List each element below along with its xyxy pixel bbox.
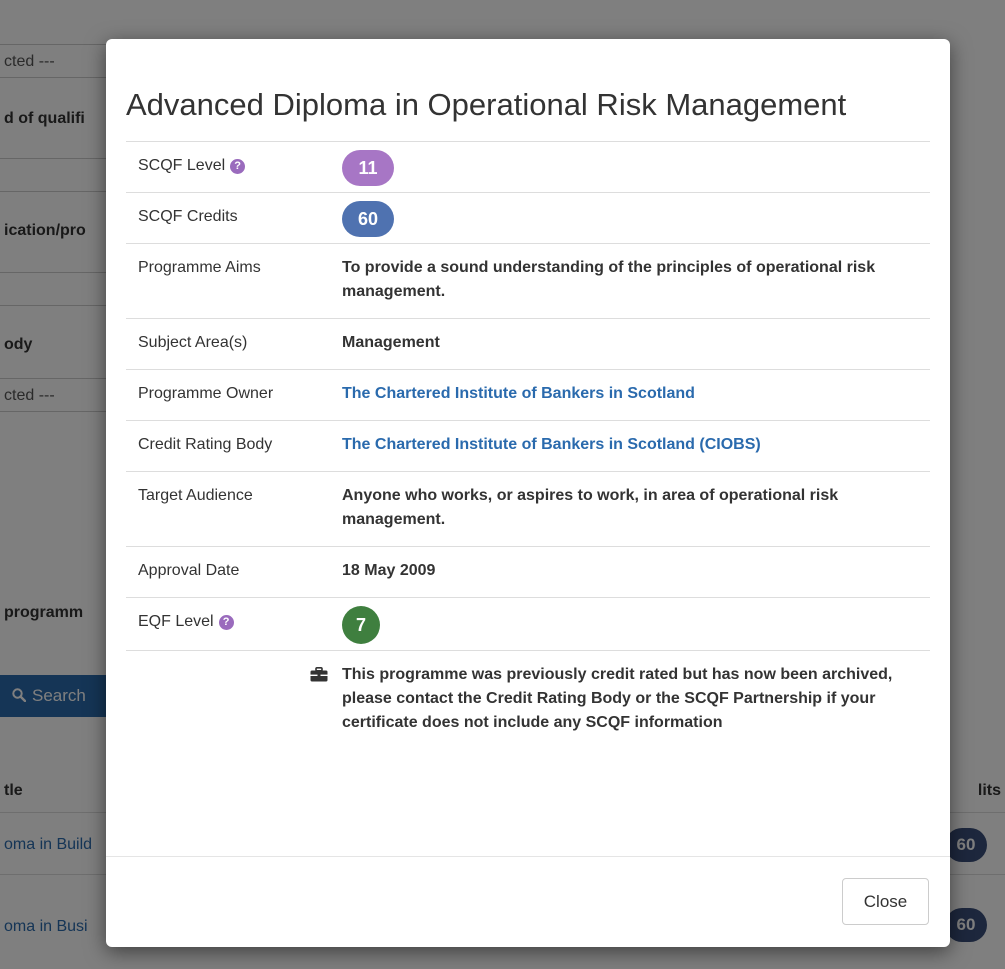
approval-date-value: 18 May 2009 (342, 546, 930, 598)
approval-date-label: Approval Date (126, 546, 342, 598)
programme-details-modal: Advanced Diploma in Operational Risk Man… (106, 39, 950, 947)
question-circle-icon[interactable]: ? (230, 159, 246, 174)
programme-owner-label: Programme Owner (126, 369, 342, 421)
scqf-credits-badge: 60 (342, 201, 394, 237)
modal-title: Advanced Diploma in Operational Risk Man… (126, 87, 847, 122)
target-audience-label: Target Audience (126, 471, 342, 547)
programme-owner-value-cell: The Chartered Institute of Bankers in Sc… (342, 369, 930, 421)
programme-owner-link[interactable]: The Chartered Institute of Bankers in Sc… (342, 385, 695, 402)
credit-rating-body-row: Credit Rating Body The Chartered Institu… (126, 420, 930, 472)
archive-icon-cell (126, 650, 342, 763)
scqf-level-label: SCQF Level (138, 157, 226, 174)
programme-aims-label: Programme Aims (126, 243, 342, 319)
programme-owner-row: Programme Owner The Chartered Institute … (126, 369, 930, 421)
eqf-level-badge: 7 (342, 606, 380, 644)
eqf-level-label: EQF Level (138, 613, 214, 630)
approval-date-row: Approval Date 18 May 2009 (126, 546, 930, 598)
subject-area-row: Subject Area(s) Management (126, 318, 930, 370)
subject-area-label: Subject Area(s) (126, 318, 342, 370)
scqf-level-row: SCQF Level? 11 (126, 141, 930, 193)
scqf-level-badge: 11 (342, 150, 394, 186)
archive-note-text: This programme was previously credit rat… (342, 650, 930, 763)
question-circle-icon[interactable]: ? (218, 615, 234, 630)
credit-rating-body-value-cell: The Chartered Institute of Bankers in Sc… (342, 420, 930, 472)
scqf-credits-value-cell: 60 (342, 192, 930, 244)
programme-details-table: SCQF Level? 11 SCQF Credits 60 Programme… (126, 141, 930, 763)
programme-aims-row: Programme Aims To provide a sound unders… (126, 243, 930, 319)
scqf-level-label-cell: SCQF Level? (126, 141, 342, 193)
eqf-level-label-cell: EQF Level? (126, 597, 342, 651)
briefcase-icon (310, 667, 328, 682)
eqf-level-row: EQF Level? 7 (126, 597, 930, 651)
modal-footer-divider (106, 856, 950, 857)
scqf-credits-label: SCQF Credits (126, 192, 342, 244)
eqf-level-value-cell: 7 (342, 597, 930, 651)
target-audience-row: Target Audience Anyone who works, or asp… (126, 471, 930, 547)
scqf-credits-row: SCQF Credits 60 (126, 192, 930, 244)
subject-area-value: Management (342, 318, 930, 370)
scqf-level-value-cell: 11 (342, 141, 930, 193)
close-button[interactable]: Close (842, 878, 929, 925)
target-audience-value: Anyone who works, or aspires to work, in… (342, 471, 930, 547)
archive-note-row: This programme was previously credit rat… (126, 650, 930, 763)
credit-rating-body-label: Credit Rating Body (126, 420, 342, 472)
programme-aims-value: To provide a sound understanding of the … (342, 243, 930, 319)
credit-rating-body-link[interactable]: The Chartered Institute of Bankers in Sc… (342, 436, 761, 453)
